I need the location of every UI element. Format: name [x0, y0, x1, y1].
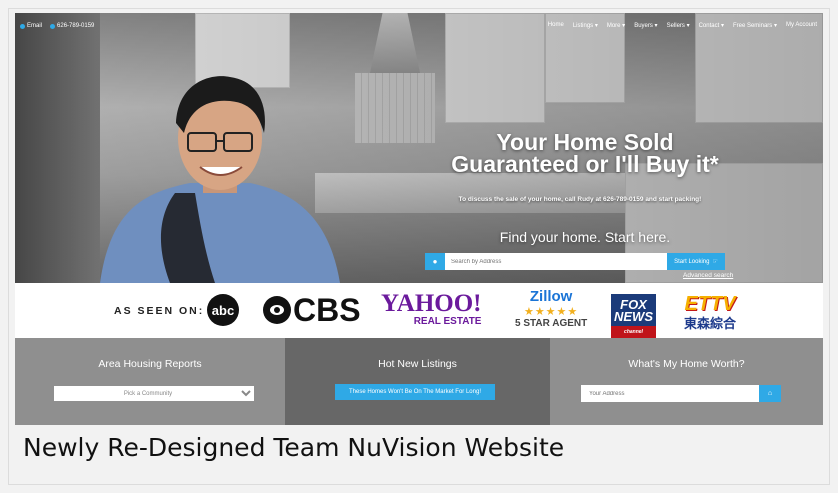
- email-link[interactable]: Email: [20, 23, 42, 29]
- nav-sellers[interactable]: Sellers ▾: [667, 22, 690, 29]
- pointer-icon: ☞: [712, 259, 718, 265]
- hero-headline: Your Home Sold Guaranteed or I'll Buy it…: [435, 129, 735, 177]
- zillow-text: Zillow: [529, 288, 573, 305]
- home-worth-title: What's My Home Worth?: [628, 358, 745, 370]
- ettv-logo: ETTV 東森綜合: [675, 293, 745, 332]
- hot-listings-button[interactable]: These Homes Won't Be On The Market For L…: [335, 384, 495, 400]
- ettv-chinese-text: 東森綜合: [683, 316, 736, 331]
- cbs-logo: CBS: [263, 292, 361, 328]
- fox-news-logo: FOX NEWS channel: [611, 294, 656, 338]
- start-looking-button[interactable]: Start Looking ☞: [667, 253, 725, 270]
- nav-more[interactable]: More ▾: [607, 22, 625, 29]
- channel-text: channel: [611, 326, 656, 338]
- hot-listings-title: Hot New Listings: [378, 358, 457, 370]
- area-housing-panel: Area Housing Reports Pick a Community: [15, 338, 285, 425]
- advanced-search-link[interactable]: Advanced search: [683, 272, 733, 279]
- nav-free-seminars[interactable]: Free Seminars ▾: [733, 22, 777, 29]
- as-seen-on-label: AS SEEN ON:: [114, 305, 205, 317]
- zillow-agent-text: 5 STAR AGENT: [515, 318, 588, 329]
- cbs-eye-icon: [263, 296, 291, 324]
- phone-link[interactable]: 626-789-0159: [50, 23, 94, 29]
- caption-title: Newly Re-Designed Team NuVision Website: [23, 433, 565, 462]
- nav-contact[interactable]: Contact ▾: [699, 22, 724, 29]
- home-address-input[interactable]: [581, 385, 759, 402]
- media-band: AS SEEN ON: abc CBS YAHOO! REAL ESTATE Z…: [15, 283, 823, 338]
- email-icon: [20, 23, 25, 29]
- home-icon: ⌂: [767, 390, 773, 397]
- location-pin-icon: ●: [425, 253, 445, 270]
- zillow-logo: Zillow ★★★★★ 5 STAR AGENT: [515, 288, 587, 329]
- nav-buyers[interactable]: Buyers ▾: [634, 22, 657, 29]
- hot-listings-panel: Hot New Listings These Homes Won't Be On…: [285, 338, 550, 425]
- nav-home[interactable]: Home: [548, 22, 564, 29]
- yahoo-real-estate-logo: YAHOO! REAL ESTATE: [381, 290, 482, 331]
- website-screenshot: Email 626-789-0159 Home Listings ▾ More …: [15, 13, 823, 425]
- top-bar: Email 626-789-0159 Home Listings ▾ More …: [15, 13, 823, 39]
- area-housing-title: Area Housing Reports: [98, 358, 202, 370]
- main-nav: Home Listings ▾ More ▾ Buyers ▾ Sellers …: [548, 22, 817, 29]
- nav-listings[interactable]: Listings ▾: [573, 22, 598, 29]
- ettv-text: ETTV: [684, 293, 736, 315]
- community-select[interactable]: Pick a Community: [54, 386, 254, 401]
- cbs-text: CBS: [293, 292, 361, 328]
- zillow-stars: ★★★★★: [523, 306, 579, 318]
- phone-icon: [50, 23, 56, 29]
- home-worth-submit-button[interactable]: ⌂: [759, 385, 781, 402]
- address-search: ● Start Looking ☞: [425, 253, 725, 270]
- hero-subtext: To discuss the sale of your home, call R…: [458, 196, 702, 203]
- home-worth-panel: What's My Home Worth? ⌂: [550, 338, 823, 425]
- nav-my-account[interactable]: My Account: [786, 22, 817, 29]
- yahoo-text: YAHOO!: [381, 290, 482, 317]
- headline-line-2: Guaranteed or I'll Buy it*: [451, 151, 719, 177]
- address-search-input[interactable]: [445, 253, 667, 270]
- agent-photo: [100, 76, 340, 283]
- hero-section: Email 626-789-0159 Home Listings ▾ More …: [15, 13, 823, 283]
- start-looking-label: Start Looking: [674, 258, 710, 265]
- find-home-text: Find your home. Start here.: [499, 229, 671, 245]
- headline-line-1: Your Home Sold: [496, 129, 674, 155]
- abc-logo: abc: [207, 294, 239, 326]
- news-text: NEWS: [614, 309, 653, 324]
